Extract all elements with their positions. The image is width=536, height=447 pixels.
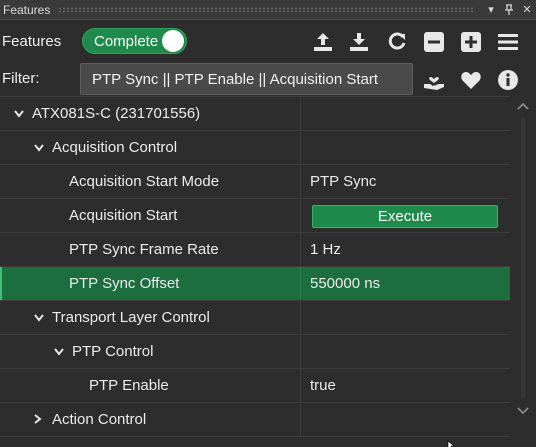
tree-row-label: Transport Layer Control [52, 309, 210, 326]
column-divider [300, 369, 301, 402]
tree-row-label: PTP Enable [89, 377, 169, 394]
info-icon[interactable] [495, 67, 521, 93]
column-divider [300, 165, 301, 198]
scroll-up-icon[interactable] [510, 96, 536, 116]
close-icon[interactable]: ✕ [518, 1, 536, 19]
menu-icon[interactable] [495, 29, 521, 55]
filter-label: Filter: [2, 70, 40, 87]
column-divider [300, 199, 301, 232]
tree-row-ptp-sync-frame-rate[interactable]: PTP Sync Frame Rate 1 Hz [0, 233, 510, 267]
column-divider [300, 97, 301, 130]
upload-icon[interactable] [310, 29, 336, 55]
features-toolbar: Features Complete [0, 21, 536, 61]
column-divider [300, 403, 301, 436]
dropdown-icon[interactable]: ▾ [482, 1, 500, 19]
expand-all-icon[interactable] [458, 29, 484, 55]
toggle-knob [162, 30, 184, 52]
column-divider [300, 267, 301, 300]
chevron-down-icon[interactable] [34, 311, 48, 325]
tree-row-device[interactable]: ATX081S-C (231701556) [0, 97, 510, 131]
panel-title-bar: Features ▾ ✕ [0, 0, 536, 20]
feature-tree: ATX081S-C (231701556) Acquisition Contro… [0, 96, 510, 447]
drag-grip[interactable] [58, 6, 474, 13]
tree-row-ptp-sync-offset[interactable]: PTP Sync Offset 550000 ns [0, 267, 510, 301]
tree-row-ptp-enable[interactable]: PTP Enable true [0, 369, 510, 403]
column-divider [300, 233, 301, 266]
save-favorite-icon[interactable] [421, 67, 447, 93]
scroll-down-icon[interactable] [510, 401, 536, 421]
collapse-all-icon[interactable] [421, 29, 447, 55]
tree-row-label: Acquisition Start Mode [69, 173, 220, 190]
pin-icon[interactable] [500, 1, 518, 19]
mouse-cursor-icon [447, 440, 455, 447]
tree-row-label: ATX081S-C (231701556) [32, 105, 201, 122]
chevron-down-icon[interactable] [54, 345, 68, 359]
column-divider [300, 131, 301, 164]
tree-row-label: Acquisition Start [69, 207, 178, 224]
vertical-scrollbar[interactable] [510, 96, 536, 447]
column-divider [300, 301, 301, 334]
tree-row-acquisition-control[interactable]: Acquisition Control [0, 131, 510, 165]
feature-value[interactable]: 550000 ns [310, 267, 380, 300]
features-label: Features [2, 32, 62, 50]
favorite-heart-icon[interactable] [458, 67, 484, 93]
download-icon[interactable] [346, 29, 372, 55]
panel-title: Features [3, 2, 51, 17]
tree-row-ptp-control[interactable]: PTP Control [0, 335, 510, 369]
filter-row: Filter: [0, 62, 536, 96]
tree-row-action-control[interactable]: Action Control [0, 403, 510, 437]
chevron-right-icon[interactable] [34, 413, 48, 427]
column-divider [300, 335, 301, 368]
tree-row-label: Acquisition Control [52, 139, 178, 156]
feature-value[interactable]: PTP Sync [310, 165, 376, 198]
tree-row-acquisition-start[interactable]: Acquisition Start Execute [0, 199, 510, 233]
scroll-track[interactable] [521, 118, 525, 398]
visibility-toggle[interactable]: Complete [82, 28, 187, 54]
tree-row-acquisition-start-mode[interactable]: Acquisition Start Mode PTP Sync [0, 165, 510, 199]
refresh-icon[interactable] [384, 29, 410, 55]
execute-button[interactable]: Execute [312, 205, 498, 228]
feature-value[interactable]: true [310, 369, 336, 402]
tree-row-label: PTP Sync Offset [69, 275, 180, 292]
tree-row-label: Action Control [52, 411, 147, 428]
tree-row-label: PTP Sync Frame Rate [69, 241, 219, 258]
filter-input[interactable] [80, 63, 413, 95]
chevron-down-icon[interactable] [34, 141, 48, 155]
toggle-label: Complete [94, 32, 159, 50]
tree-row-label: PTP Control [72, 343, 154, 360]
chevron-down-icon[interactable] [14, 107, 28, 121]
tree-row-transport-layer-control[interactable]: Transport Layer Control [0, 301, 510, 335]
feature-value[interactable]: 1 Hz [310, 233, 341, 266]
